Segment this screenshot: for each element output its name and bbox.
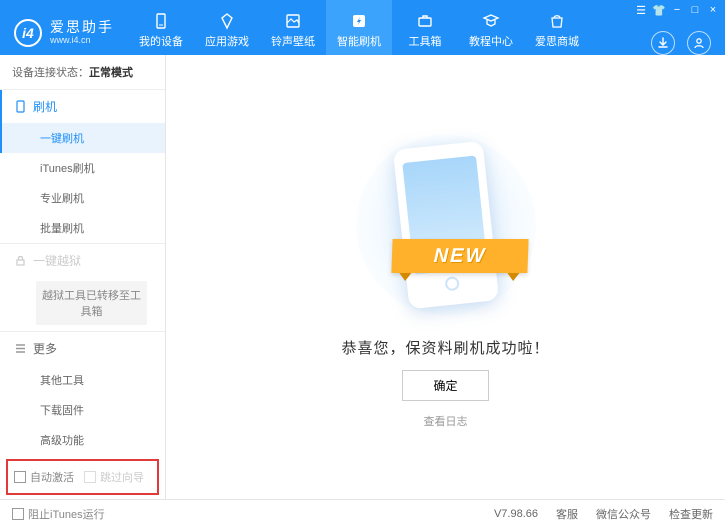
sidebar-group-flash[interactable]: 刷机 — [0, 90, 165, 123]
flash-icon — [350, 12, 368, 30]
jailbreak-moved-note[interactable]: 越狱工具已转移至工具箱 — [36, 281, 147, 325]
nav-apps[interactable]: 应用游戏 — [194, 0, 260, 55]
top-nav: 我的设备 应用游戏 铃声壁纸 智能刷机 工具箱 教程中心 爱思商城 — [128, 0, 590, 55]
list-icon — [14, 342, 27, 355]
highlighted-options-box: 自动激活 跳过向导 — [6, 459, 159, 495]
nav-smart-flash[interactable]: 智能刷机 — [326, 0, 392, 55]
nav-wallpaper[interactable]: 铃声壁纸 — [260, 0, 326, 55]
main-content: NEW 恭喜您，保资料刷机成功啦！ 确定 查看日志 — [166, 55, 725, 499]
tshirt-icon[interactable]: 👕 — [651, 2, 667, 18]
download-button[interactable] — [651, 31, 675, 55]
device-icon — [152, 12, 170, 30]
app-title: 爱思助手 — [50, 20, 114, 35]
auto-activate-checkbox[interactable]: 自动激活 — [14, 469, 74, 485]
block-itunes-checkbox[interactable]: 阻止iTunes运行 — [12, 506, 105, 522]
nav-tutorials[interactable]: 教程中心 — [458, 0, 524, 55]
skip-setup-checkbox[interactable]: 跳过向导 — [84, 469, 144, 485]
connection-status: 设备连接状态：正常模式 — [0, 55, 165, 89]
sidebar-item-oneclick-flash[interactable]: 一键刷机 — [0, 123, 165, 153]
sidebar-item-advanced[interactable]: 高级功能 — [0, 425, 165, 455]
logo-block: i4 爱思助手 www.i4.cn — [0, 19, 128, 55]
store-icon — [548, 12, 566, 30]
minimize-icon[interactable]: − — [669, 2, 685, 18]
sidebar-group-jailbreak[interactable]: 一键越狱 — [0, 244, 165, 277]
sidebar: 设备连接状态：正常模式 刷机 一键刷机 iTunes刷机 专业刷机 批量刷机 一… — [0, 55, 166, 499]
app-site: www.i4.cn — [50, 36, 114, 46]
sidebar-item-pro-flash[interactable]: 专业刷机 — [0, 183, 165, 213]
header-right — [637, 31, 725, 55]
toolbox-icon — [416, 12, 434, 30]
logo-icon: i4 — [14, 19, 42, 47]
status-bar: 阻止iTunes运行 V7.98.66 客服 微信公众号 检查更新 — [0, 499, 725, 527]
menu-icon[interactable]: ☰ — [633, 2, 649, 18]
success-illustration: NEW — [346, 125, 546, 325]
sidebar-item-itunes-flash[interactable]: iTunes刷机 — [0, 153, 165, 183]
lock-icon — [14, 254, 27, 267]
wechat-link[interactable]: 微信公众号 — [596, 506, 651, 522]
sidebar-item-batch-flash[interactable]: 批量刷机 — [0, 213, 165, 243]
phone-flash-icon — [14, 100, 27, 113]
tutorial-icon — [482, 12, 500, 30]
maximize-icon[interactable]: □ — [687, 2, 703, 18]
sidebar-item-download-fw[interactable]: 下载固件 — [0, 395, 165, 425]
sidebar-item-other-tools[interactable]: 其他工具 — [0, 365, 165, 395]
apps-icon — [218, 12, 236, 30]
nav-store[interactable]: 爱思商城 — [524, 0, 590, 55]
nav-my-device[interactable]: 我的设备 — [128, 0, 194, 55]
new-banner: NEW — [391, 239, 528, 273]
ok-button[interactable]: 确定 — [402, 370, 488, 401]
check-update-link[interactable]: 检查更新 — [669, 506, 713, 522]
window-controls: ☰ 👕 − □ × — [629, 0, 725, 20]
sidebar-group-more[interactable]: 更多 — [0, 332, 165, 365]
support-link[interactable]: 客服 — [556, 506, 578, 522]
app-header: ☰ 👕 − □ × i4 爱思助手 www.i4.cn 我的设备 应用游戏 铃声… — [0, 0, 725, 55]
success-message: 恭喜您，保资料刷机成功啦！ — [341, 337, 549, 358]
account-button[interactable] — [687, 31, 711, 55]
close-icon[interactable]: × — [705, 2, 721, 18]
wallpaper-icon — [284, 12, 302, 30]
view-log-link[interactable]: 查看日志 — [424, 413, 468, 429]
version-label: V7.98.66 — [494, 508, 538, 520]
nav-toolbox[interactable]: 工具箱 — [392, 0, 458, 55]
